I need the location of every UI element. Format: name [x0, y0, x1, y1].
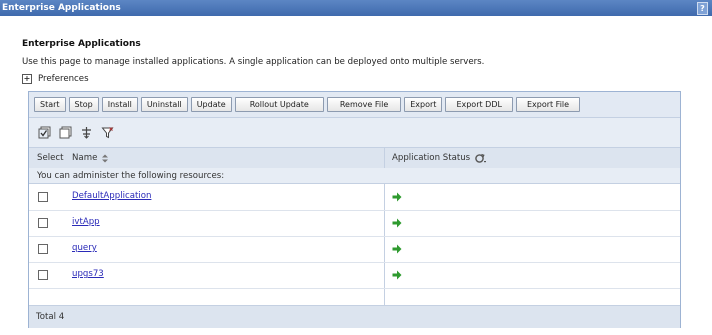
applications-panel: Start Stop Install Uninstall Update Roll… — [28, 91, 681, 328]
application-link[interactable]: DefaultApplication — [72, 191, 151, 201]
page-title: Enterprise Applications — [22, 39, 141, 49]
select-column-header: Select — [37, 153, 64, 163]
status-started-icon — [392, 218, 402, 231]
help-button[interactable]: ? — [697, 2, 708, 15]
status-column-label[interactable]: Application Status — [392, 153, 470, 163]
rollout-update-button[interactable]: Rollout Update — [234, 97, 324, 112]
application-link[interactable]: query — [72, 243, 97, 253]
table-header: Select Name Application Status — [29, 148, 680, 169]
table-total: Total 4 — [29, 305, 680, 328]
window-titlebar: Enterprise Applications ? — [0, 0, 712, 16]
table-icon-toolbar — [29, 118, 680, 148]
export-file-button[interactable]: Export File — [515, 97, 581, 112]
table-row: DefaultApplication — [29, 185, 680, 211]
remove-file-button[interactable]: Remove File — [326, 97, 402, 112]
action-toolbar: Start Stop Install Uninstall Update Roll… — [29, 92, 680, 118]
application-link[interactable]: ivtApp — [72, 217, 100, 227]
name-column-label[interactable]: Name — [72, 153, 97, 163]
resources-info-row: You can administer the following resourc… — [29, 168, 680, 184]
show-filter-icon[interactable] — [79, 126, 93, 140]
preferences-label[interactable]: Preferences — [38, 74, 89, 84]
expand-icon[interactable]: + — [22, 74, 32, 84]
status-column-header[interactable]: Application Status — [392, 153, 487, 164]
select-all-icon[interactable] — [37, 126, 51, 140]
status-started-icon — [392, 244, 402, 257]
uninstall-button[interactable]: Uninstall — [140, 97, 188, 112]
start-button[interactable]: Start — [34, 97, 66, 112]
status-started-icon — [392, 270, 402, 283]
update-button[interactable]: Update — [190, 97, 232, 112]
row-checkbox[interactable] — [38, 270, 48, 280]
deselect-all-icon[interactable] — [58, 126, 72, 140]
row-checkbox[interactable] — [38, 192, 48, 202]
page-description: Use this page to manage installed applic… — [22, 57, 485, 67]
name-column-header[interactable]: Name — [72, 153, 109, 163]
clear-filter-icon[interactable] — [100, 126, 114, 140]
table-row: upgs73 — [29, 263, 680, 289]
status-started-icon — [392, 192, 402, 205]
table-row: query — [29, 237, 680, 263]
stop-button[interactable]: Stop — [68, 97, 99, 112]
refresh-status-icon[interactable] — [474, 153, 487, 164]
preferences-toggle[interactable]: + Preferences — [22, 74, 89, 84]
row-checkbox[interactable] — [38, 244, 48, 254]
sort-icon[interactable] — [101, 154, 109, 163]
table-row: ivtApp — [29, 211, 680, 237]
export-button[interactable]: Export — [404, 97, 443, 112]
install-button[interactable]: Install — [101, 97, 138, 112]
row-checkbox[interactable] — [38, 218, 48, 228]
application-link[interactable]: upgs73 — [72, 269, 104, 279]
export-ddl-button[interactable]: Export DDL — [445, 97, 513, 112]
window-title: Enterprise Applications — [2, 3, 121, 13]
